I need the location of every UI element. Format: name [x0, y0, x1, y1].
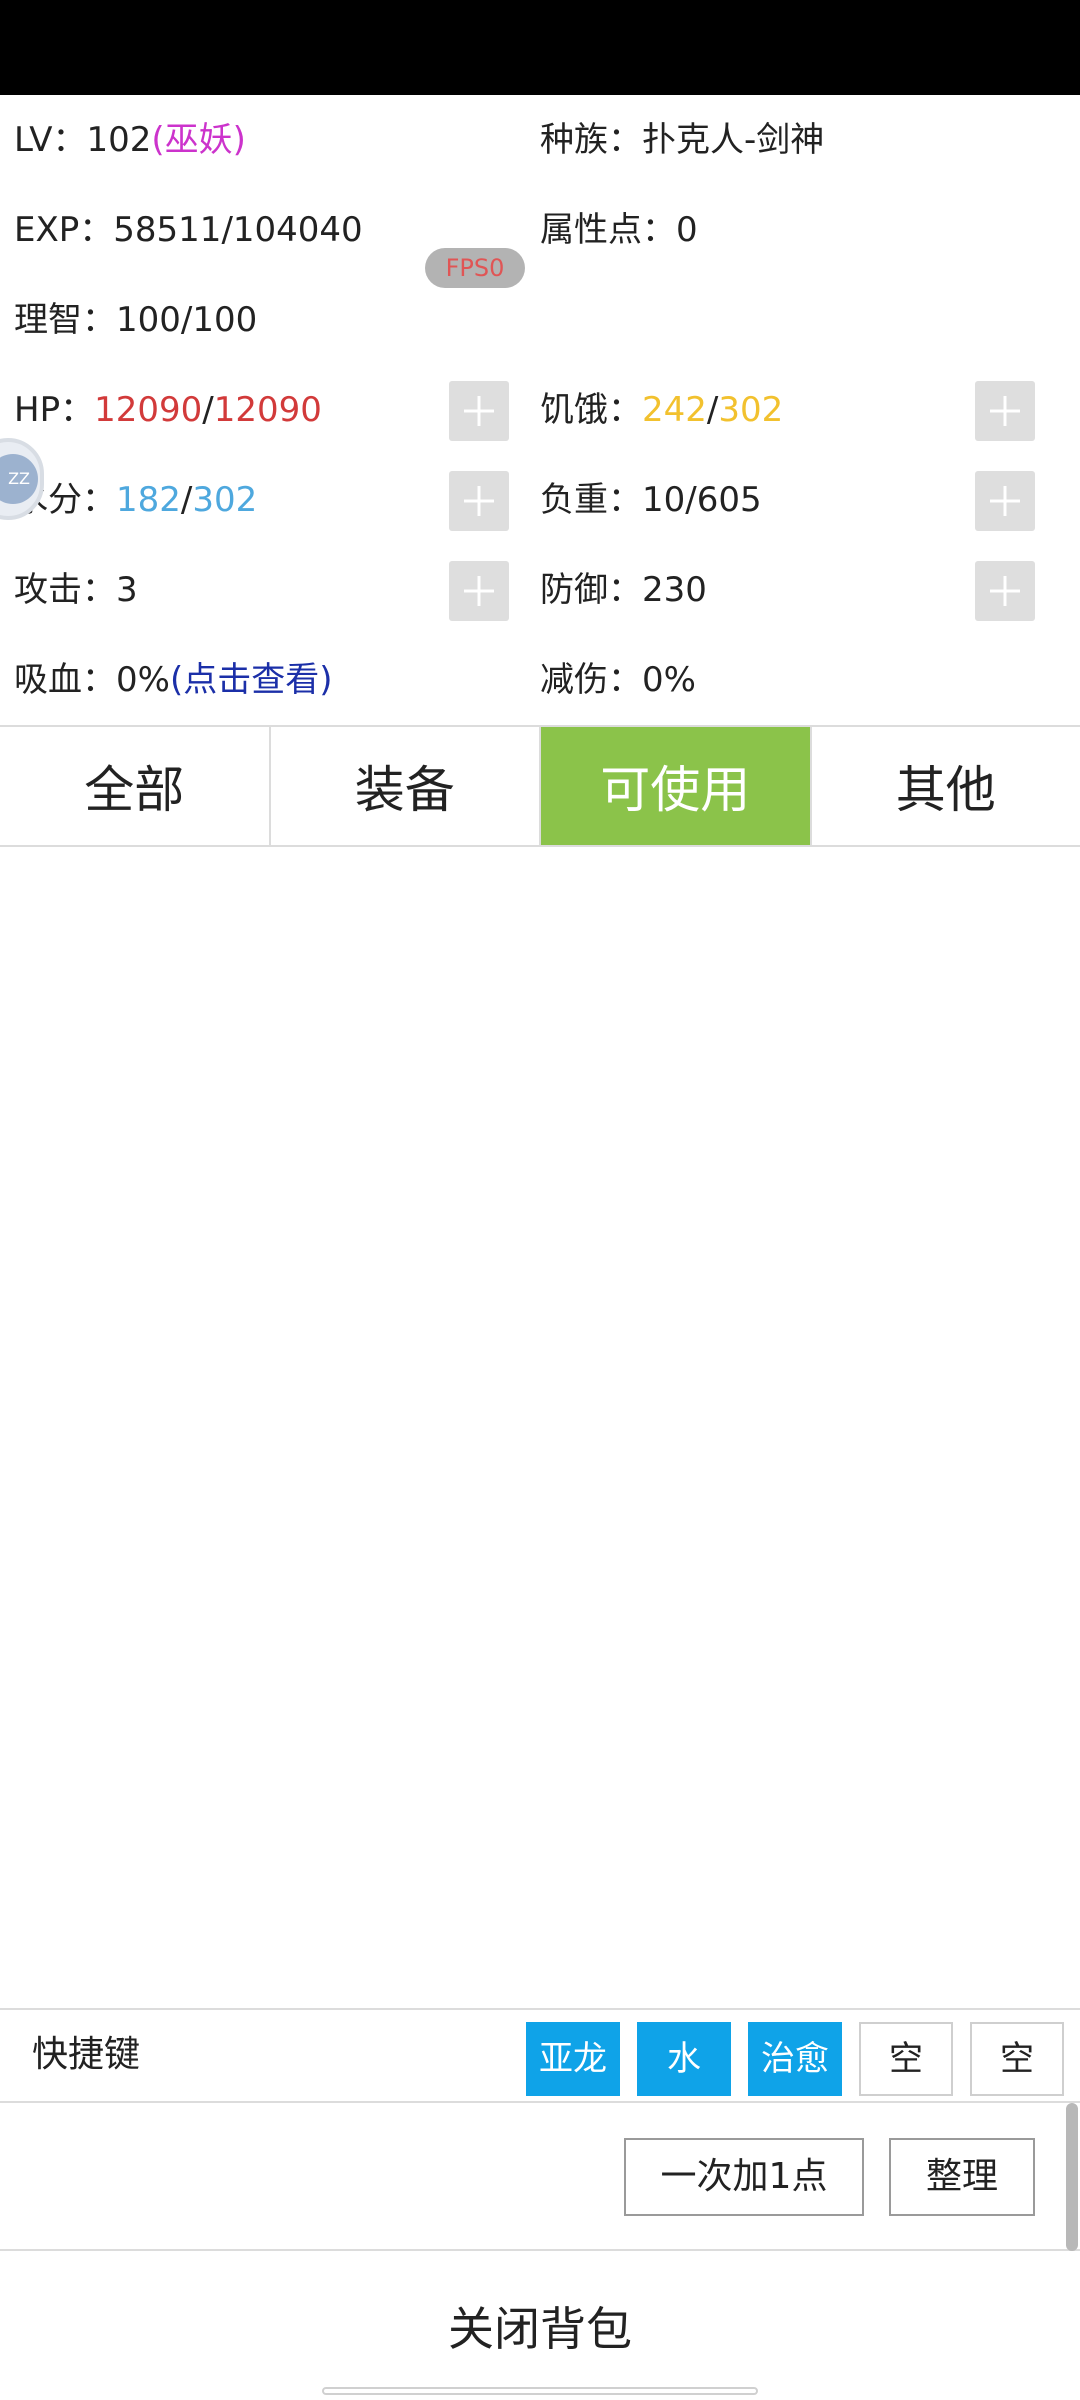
attribute-points-stat: 属性点：0 [540, 205, 698, 255]
exp-label: EXP： [14, 210, 114, 250]
weight-stat: 负重：10/605 [540, 475, 762, 525]
hp-stat: HP：12090/12090 [14, 385, 322, 435]
inventory-tabs: 全部 装备 可使用 其他 [0, 725, 1080, 847]
race-label: 种族： [540, 120, 642, 160]
lifesteal-stat: 吸血：0%(点击查看) [14, 655, 332, 705]
hunger-stat: 饥饿：242/302 [540, 385, 783, 435]
hunger-label: 饥饿： [540, 390, 642, 430]
character-stats-panel: LV：102(巫妖) 种族：扑克人-剑神 EXP：58511/104040 属性… [0, 95, 1080, 725]
tab-equipment[interactable]: 装备 [271, 727, 541, 845]
hunger-plus-button[interactable] [975, 381, 1035, 441]
hp-plus-button[interactable] [449, 381, 509, 441]
quick-key-bar: 快捷键 亚龙 水 治愈 空 空 [0, 2008, 1080, 2103]
lifesteal-value: 0% [116, 660, 170, 700]
attribute-points-label: 属性点： [540, 210, 676, 250]
water-stat: 水分：182/302 [14, 475, 257, 525]
level-stat: LV：102(巫妖) [14, 115, 246, 165]
hp-separator: / [202, 390, 214, 430]
water-max: 302 [192, 480, 258, 520]
scrollbar[interactable] [1066, 2103, 1078, 2251]
attack-plus-button[interactable] [449, 561, 509, 621]
attack-stat: 攻击：3 [14, 565, 138, 615]
hunger-max: 302 [718, 390, 784, 430]
inventory-actions-bar: 一次加1点 整理 [0, 2103, 1080, 2251]
attack-value: 3 [116, 570, 138, 610]
damage-reduction-stat: 减伤：0% [540, 655, 696, 705]
hp-current: 12090 [94, 390, 203, 430]
level-class-name: (巫妖) [151, 120, 246, 160]
floating-ball-icon: ZZ [0, 454, 38, 504]
water-current: 182 [116, 480, 181, 520]
race-value: 扑克人-剑神 [642, 120, 825, 160]
exp-stat: EXP：58511/104040 [14, 205, 363, 255]
damage-reduction-value: 0% [642, 660, 696, 700]
exp-value: 58511/104040 [113, 210, 363, 250]
tab-other[interactable]: 其他 [812, 727, 1080, 845]
home-indicator[interactable] [322, 2387, 758, 2395]
attribute-points-value: 0 [676, 210, 698, 250]
add-one-point-button[interactable]: 一次加1点 [624, 2138, 864, 2216]
weight-value: 10/605 [642, 480, 762, 520]
defense-label: 防御： [540, 570, 642, 610]
race-stat: 种族：扑克人-剑神 [540, 115, 824, 165]
quick-slot-3[interactable]: 治愈 [748, 2022, 842, 2096]
hp-max: 12090 [213, 390, 322, 430]
quick-slot-4[interactable]: 空 [859, 2022, 953, 2096]
defense-plus-button[interactable] [975, 561, 1035, 621]
tab-all[interactable]: 全部 [0, 727, 271, 845]
hp-label: HP： [14, 390, 95, 430]
fps-badge: FPS0 [425, 248, 525, 288]
quick-slot-2[interactable]: 水 [637, 2022, 731, 2096]
defense-value: 230 [642, 570, 707, 610]
level-value: 102 [86, 120, 152, 160]
sanity-stat: 理智：100/100 [14, 295, 257, 345]
lifesteal-label: 吸血： [14, 660, 116, 700]
lifesteal-details-link[interactable]: (点击查看) [170, 660, 333, 700]
attack-label: 攻击： [14, 570, 116, 610]
level-label: LV： [14, 120, 87, 160]
tab-usable[interactable]: 可使用 [541, 727, 812, 845]
water-separator: / [180, 480, 193, 520]
hunger-separator: / [706, 390, 719, 430]
defense-stat: 防御：230 [540, 565, 707, 615]
weight-label: 负重： [540, 480, 642, 520]
weight-plus-button[interactable] [975, 471, 1035, 531]
quick-key-label: 快捷键 [32, 2034, 141, 2075]
close-backpack-button[interactable]: 关闭背包 [0, 2251, 1080, 2400]
hunger-current: 242 [642, 390, 707, 430]
water-plus-button[interactable] [449, 471, 509, 531]
sanity-value: 100/100 [116, 300, 258, 340]
sort-button[interactable]: 整理 [889, 2138, 1035, 2216]
quick-slot-1[interactable]: 亚龙 [526, 2022, 620, 2096]
quick-slot-5[interactable]: 空 [970, 2022, 1064, 2096]
system-status-bar [0, 0, 1080, 95]
damage-reduction-label: 减伤： [540, 660, 642, 700]
sanity-label: 理智： [14, 300, 116, 340]
